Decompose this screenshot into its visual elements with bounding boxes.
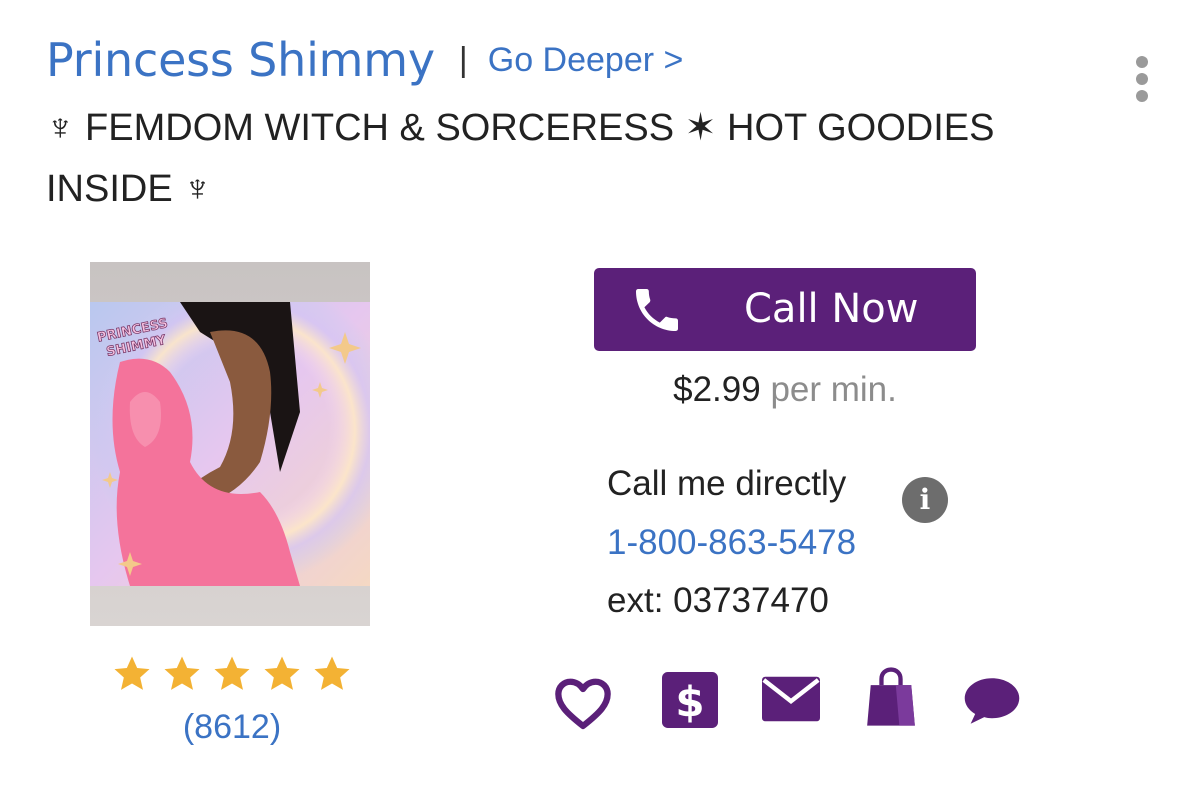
star-icon xyxy=(214,656,250,690)
extension: ext: 03737470 xyxy=(607,581,829,621)
listing-tagline: ♆ FEMDOM WITCH & SORCERESS ✶ HOT GOODIES… xyxy=(46,107,995,210)
listing-header: Princess Shimmy | Go Deeper > xyxy=(46,32,683,88)
shopping-bag-icon[interactable] xyxy=(864,666,918,728)
advisor-name-link[interactable]: Princess Shimmy xyxy=(46,33,435,87)
phone-number-link[interactable]: 1-800-863-5478 xyxy=(607,523,856,563)
mail-icon[interactable] xyxy=(762,676,820,722)
price-per-minute: $2.99 per min. xyxy=(594,370,976,410)
review-count-link[interactable]: (8612) xyxy=(122,708,342,747)
info-icon[interactable]: i xyxy=(902,477,948,523)
svg-text:$: $ xyxy=(675,677,704,726)
price-unit: per min. xyxy=(770,370,897,409)
call-now-label: Call Now xyxy=(744,286,919,332)
more-vert-icon[interactable] xyxy=(1124,54,1160,104)
go-deeper-link[interactable]: Go Deeper > xyxy=(488,41,684,80)
profile-photo[interactable]: PRINCESS SHIMMY xyxy=(90,262,370,626)
header-separator: | xyxy=(458,40,468,79)
star-icon xyxy=(264,656,300,690)
phone-icon xyxy=(636,289,678,331)
star-icon xyxy=(164,656,200,690)
call-now-button[interactable]: Call Now xyxy=(594,268,976,351)
heart-icon[interactable] xyxy=(554,676,612,730)
extension-value: 03737470 xyxy=(673,581,829,620)
star-icon xyxy=(114,656,150,690)
star-rating xyxy=(112,654,352,694)
price-amount: $2.99 xyxy=(673,370,761,409)
call-directly-label: Call me directly xyxy=(607,464,847,503)
star-icon xyxy=(314,656,350,690)
chat-bubble-icon[interactable] xyxy=(962,676,1022,726)
extension-label: ext: xyxy=(607,581,664,620)
dollar-icon[interactable]: $ xyxy=(662,672,718,728)
